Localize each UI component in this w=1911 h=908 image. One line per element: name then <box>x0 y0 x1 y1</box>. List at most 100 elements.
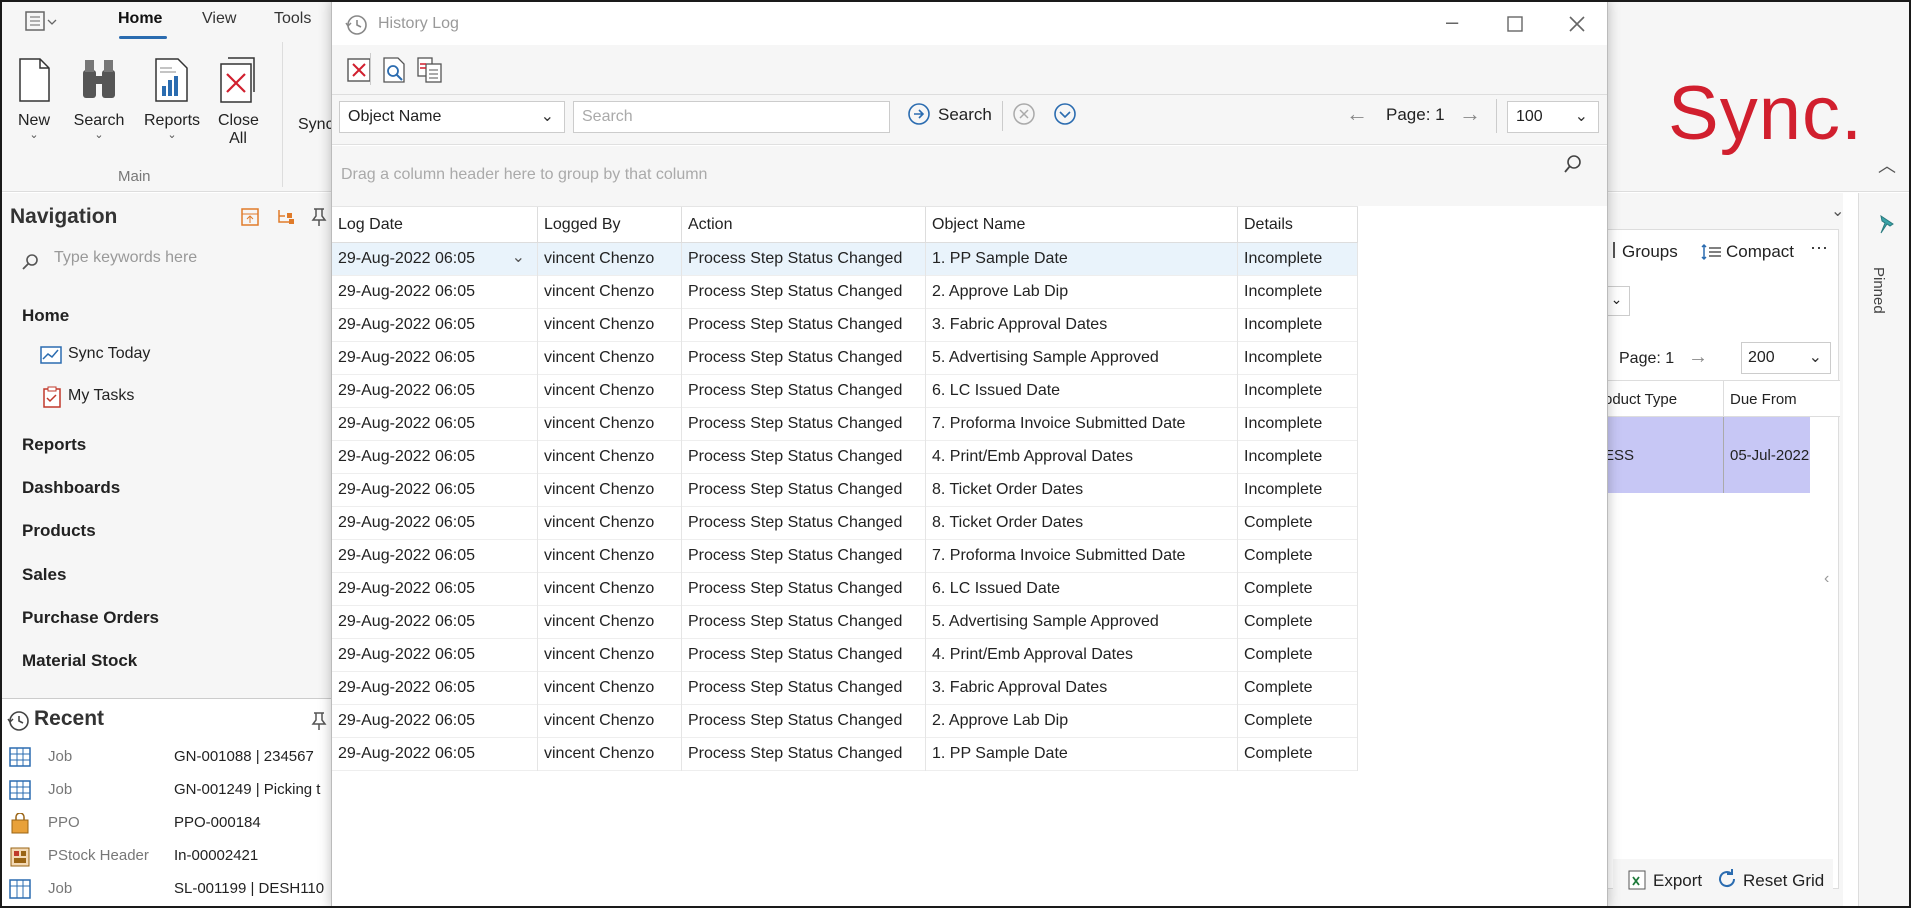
compact-button[interactable]: Compact <box>1726 242 1794 262</box>
column-header-details[interactable]: Details <box>1238 207 1358 244</box>
table-row[interactable]: 29-Aug-2022 06:05 vincent Chenzo Process S… <box>332 276 1358 309</box>
table-row[interactable]: 29-Aug-2022 06:05 vincent Chenzo Process S… <box>332 408 1358 441</box>
nav-section-sales[interactable]: Sales <box>22 565 66 585</box>
copy-documents-icon[interactable] <box>416 56 444 88</box>
chevron-down-icon[interactable]: ⌄ <box>512 247 525 267</box>
column-header-action[interactable]: Action <box>682 207 926 244</box>
column-header-due-from[interactable]: Due From <box>1730 391 1797 408</box>
grid-header: Log Date Logged By Action Object Name De… <box>332 206 1358 244</box>
close-window-icon[interactable] <box>346 57 372 87</box>
collapse-panel-icon[interactable]: ‹ <box>1824 570 1829 588</box>
table-row[interactable]: 29-Aug-2022 06:05 vincent Chenzo Process S… <box>332 441 1358 474</box>
groups-button[interactable]: Groups <box>1622 242 1678 262</box>
nav-section-reports[interactable]: Reports <box>22 435 86 455</box>
reports-button-label: Reports <box>143 112 201 129</box>
table-row[interactable]: 29-Aug-2022 06:05 vincent Chenzo Process S… <box>332 474 1358 507</box>
tab-view[interactable]: View <box>202 10 236 28</box>
new-button[interactable]: New ⌄ <box>4 56 64 141</box>
more-options-icon[interactable]: ⋯ <box>1810 238 1828 259</box>
search-button[interactable]: Search <box>938 105 992 125</box>
nav-section-products[interactable]: Products <box>22 521 96 541</box>
export-button[interactable]: Export <box>1653 871 1702 891</box>
minimize-icon[interactable]: – <box>1446 9 1458 35</box>
nav-item-my-tasks[interactable]: My Tasks <box>68 387 134 405</box>
next-page-icon[interactable]: → <box>1688 346 1708 369</box>
table-row[interactable]: 29-Aug-2022 06:05 vincent Chenzo Process S… <box>332 738 1358 771</box>
column-header-object-name[interactable]: Object Name <box>926 207 1238 244</box>
close-all-button[interactable]: Close All <box>208 56 268 148</box>
expand-options-icon[interactable] <box>1053 102 1077 130</box>
dialog-toolbar <box>332 45 1607 95</box>
search-input[interactable]: Search <box>573 101 890 133</box>
cell-details: Incomplete <box>1238 375 1358 408</box>
filter-field-select[interactable]: Object Name ⌄ <box>339 101 565 133</box>
table-row[interactable]: 29-Aug-2022 06:05 vincent Chenzo Process S… <box>332 606 1358 639</box>
recent-item[interactable]: Job GN-001088 | 234567 <box>0 741 333 774</box>
page-size-select[interactable]: 200 ⌄ <box>1741 342 1831 374</box>
cell-logged-by-text: vincent Chenzo <box>544 316 655 333</box>
next-page-icon[interactable]: → <box>1459 101 1481 127</box>
column-header-product-type[interactable]: oduct Type <box>1604 391 1677 408</box>
recent-item[interactable]: PStock Header In-00002421 <box>0 840 333 873</box>
pinned-icon[interactable] <box>1875 213 1897 241</box>
navigation-search-input[interactable]: Type keywords here <box>54 249 197 267</box>
table-row[interactable]: 29-Aug-2022 06:05 vincent Chenzo Process S… <box>332 342 1358 375</box>
column-header-label: Log Date <box>338 216 403 233</box>
nav-section-dashboards[interactable]: Dashboards <box>22 478 120 498</box>
chevron-down-icon: ⌄ <box>540 108 554 125</box>
recent-item[interactable]: Job GN-001249 | Picking t <box>0 774 333 807</box>
table-row[interactable]: 29-Aug-2022 06:05 ⌄ vincent Chenzo Process … <box>332 243 1358 276</box>
column-header-log-date[interactable]: Log Date <box>332 207 538 244</box>
table-row[interactable]: 29-Aug-2022 06:05 vincent Chenzo Process S… <box>332 540 1358 573</box>
reset-grid-button[interactable]: Reset Grid <box>1743 871 1824 891</box>
search-button[interactable]: Search ⌄ <box>69 56 129 141</box>
pin-icon[interactable] <box>310 711 328 735</box>
nav-item-sync-today[interactable]: Sync Today <box>68 345 150 363</box>
preview-search-icon[interactable] <box>380 56 408 88</box>
reports-button[interactable]: Reports ⌄ <box>140 56 204 141</box>
table-row[interactable]: 29-Aug-2022 06:05 vincent Chenzo Process S… <box>332 375 1358 408</box>
cell-log-date-text: 29-Aug-2022 06:05 <box>338 514 475 531</box>
tab-home[interactable]: Home <box>118 10 162 28</box>
cell-object-name: 6. LC Issued Date <box>926 375 1238 408</box>
tree-view-icon[interactable] <box>275 207 295 231</box>
nav-section-material-stock[interactable]: Material Stock <box>22 651 137 671</box>
column-header-logged-by[interactable]: Logged By <box>538 207 682 244</box>
table-row[interactable]: 29-Aug-2022 06:05 vincent Chenzo Process S… <box>332 639 1358 672</box>
expand-all-icon[interactable] <box>240 207 260 231</box>
table-row[interactable]: 29-Aug-2022 06:05 vincent Chenzo Process S… <box>332 573 1358 606</box>
chevron-down-icon[interactable]: ⌄ <box>1831 201 1844 221</box>
recent-item[interactable]: Job SL-001199 | DESH110 <box>0 873 333 906</box>
table-row[interactable]: 29-Aug-2022 06:05 vincent Chenzo Process S… <box>332 672 1358 705</box>
cell-object-name: 5. Advertising Sample Approved <box>926 342 1238 375</box>
ribbon-separator <box>282 42 283 187</box>
cell-details-text: Incomplete <box>1244 415 1323 432</box>
table-row[interactable]: 29-Aug-2022 06:05 vincent Chenzo Process S… <box>332 309 1358 342</box>
close-icon[interactable] <box>1568 15 1586 37</box>
group-panel[interactable]: Drag a column header here to group by th… <box>332 146 1607 206</box>
prev-page-icon[interactable]: ← <box>1346 101 1368 127</box>
background-grid-row[interactable]: ESS 05-Jul-2022 <box>1604 417 1810 493</box>
pin-icon[interactable] <box>310 207 328 231</box>
grid-search-icon[interactable] <box>1563 154 1583 178</box>
tab-tools[interactable]: Tools <box>274 10 311 28</box>
app-menu-icon[interactable] <box>24 10 58 36</box>
maximize-icon[interactable] <box>1507 16 1523 36</box>
cell-object-name: 4. Print/Emb Approval Dates <box>926 441 1238 474</box>
recent-item[interactable]: PPO PPO-000184 <box>0 807 333 840</box>
nav-section-purchase-orders[interactable]: Purchase Orders <box>22 608 159 628</box>
cell-log-date-text: 29-Aug-2022 06:05 <box>338 646 475 663</box>
nav-section-home[interactable]: Home <box>22 306 69 326</box>
clear-search-icon[interactable] <box>1012 102 1036 130</box>
new-document-icon <box>12 56 56 104</box>
sync-button-partial[interactable]: Sync <box>298 116 334 134</box>
collapse-ribbon-icon[interactable]: ︿ <box>1878 152 1896 178</box>
table-row[interactable]: 29-Aug-2022 06:05 vincent Chenzo Process S… <box>332 705 1358 738</box>
pinned-label[interactable]: Pinned <box>1870 267 1887 314</box>
search-go-icon[interactable] <box>907 102 931 130</box>
search-icon <box>22 253 40 275</box>
page-size-select[interactable]: 100 ⌄ <box>1507 101 1599 133</box>
table-row[interactable]: 29-Aug-2022 06:05 vincent Chenzo Process S… <box>332 507 1358 540</box>
cell-logged-by: vincent Chenzo <box>538 507 682 540</box>
cell-log-date-text: 29-Aug-2022 06:05 <box>338 382 475 399</box>
